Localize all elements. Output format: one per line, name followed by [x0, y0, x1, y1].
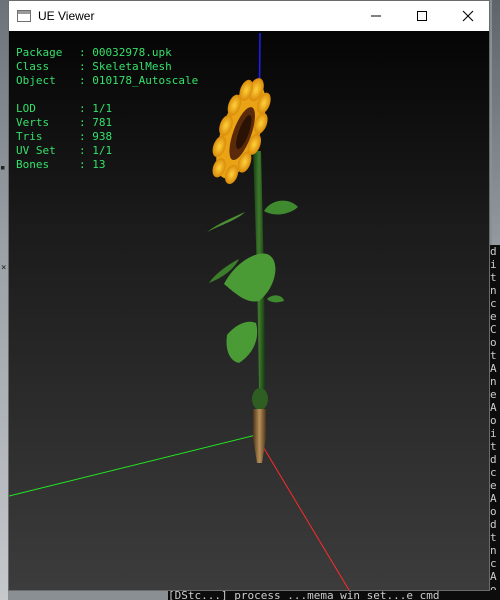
console-line: t: [490, 271, 497, 284]
info-value: 010178_Autoscale: [92, 74, 199, 87]
console-line: C: [490, 323, 497, 336]
info-value: 781: [92, 116, 113, 129]
app-window-icon: [17, 10, 31, 22]
stem-bulb: [252, 388, 268, 410]
info-value: 00032978.upk: [92, 46, 172, 59]
info-row: UV Set: 1/1: [16, 144, 198, 158]
console-line: t: [490, 349, 497, 362]
leaf: [267, 295, 284, 303]
title-bar[interactable]: UE Viewer: [9, 1, 489, 31]
info-separator: :: [79, 102, 93, 115]
background-console-right: ditnceCotAneAoitdceAodtncAod: [490, 245, 500, 600]
console-line: t: [490, 531, 497, 544]
info-separator: :: [79, 60, 93, 73]
info-label: LOD: [16, 102, 36, 115]
info-label: Verts: [16, 116, 50, 129]
axis-y-line: [9, 434, 257, 497]
info-row: Bones: 13: [16, 158, 198, 172]
console-line: t: [490, 440, 497, 453]
desktop-glyph: ×: [1, 263, 7, 273]
console-line: o: [490, 336, 497, 349]
leaf: [224, 253, 276, 302]
pot-body: [253, 409, 266, 439]
info-value: 1/1: [92, 144, 113, 157]
console-line: A: [490, 401, 497, 414]
console-line: d: [490, 453, 497, 466]
console-line: i: [490, 258, 497, 271]
info-separator: :: [79, 144, 93, 157]
console-line: c: [490, 466, 497, 479]
info-label: UV Set: [16, 144, 56, 157]
desktop-glyph: ▪: [0, 163, 6, 173]
info-value: 13: [92, 158, 106, 171]
3d-viewport[interactable]: Package: 00032978.upk Class: SkeletalMesh…: [9, 31, 489, 590]
info-separator: :: [79, 116, 93, 129]
info-row: Package: 00032978.upk: [16, 46, 198, 60]
leaf: [207, 212, 245, 232]
console-line: n: [490, 544, 497, 557]
window-title: UE Viewer: [38, 9, 95, 23]
maximize-icon: [417, 11, 427, 21]
info-label: Class: [16, 60, 50, 73]
info-value: 1/1: [92, 102, 113, 115]
console-line: i: [490, 427, 497, 440]
maximize-button[interactable]: [399, 1, 445, 31]
close-icon: [462, 10, 474, 22]
info-separator: :: [79, 158, 93, 171]
info-row: LOD: 1/1: [16, 102, 198, 116]
minimize-icon: [371, 15, 381, 17]
console-line: o: [490, 505, 497, 518]
leaf: [226, 321, 258, 363]
leaf: [264, 200, 298, 215]
console-line: A: [490, 492, 497, 505]
console-line: c: [490, 557, 497, 570]
console-line: A: [490, 570, 497, 583]
console-line: A: [490, 362, 497, 375]
info-row: Class: SkeletalMesh: [16, 60, 198, 74]
console-line: d: [490, 518, 497, 531]
info-label: Tris: [16, 130, 43, 143]
sunflower-head: [212, 78, 271, 185]
info-label: Object: [16, 74, 56, 87]
info-separator: :: [79, 130, 93, 143]
console-line: n: [490, 375, 497, 388]
info-value: 938: [92, 130, 113, 143]
console-line: d: [490, 245, 497, 258]
info-separator: :: [79, 74, 93, 87]
info-label: Package: [16, 46, 63, 59]
ue-viewer-window: UE Viewer Package: 00032978.upk Class:…: [8, 0, 490, 591]
info-row: Object: 010178_Autoscale: [16, 74, 198, 88]
info-value: SkeletalMesh: [92, 60, 172, 73]
console-line: o: [490, 414, 497, 427]
console-line: n: [490, 284, 497, 297]
console-line: e: [490, 479, 497, 492]
console-line: e: [490, 388, 497, 401]
info-separator: :: [79, 46, 93, 59]
console-line: c: [490, 297, 497, 310]
info-label: Bones: [16, 158, 50, 171]
minimize-button[interactable]: [353, 1, 399, 31]
mesh-info-panel: Package: 00032978.upk Class: SkeletalMesh…: [16, 46, 198, 172]
pot-tip: [253, 437, 266, 463]
info-row: Verts: 781: [16, 116, 198, 130]
close-button[interactable]: [445, 1, 491, 31]
background-console-bottom: [DStc...] process ...mema win set...e cm…: [168, 590, 500, 600]
console-line: e: [490, 310, 497, 323]
desktop-background-left: [0, 0, 8, 600]
axis-x-line: [255, 434, 350, 590]
info-row: Tris: 938: [16, 130, 198, 144]
